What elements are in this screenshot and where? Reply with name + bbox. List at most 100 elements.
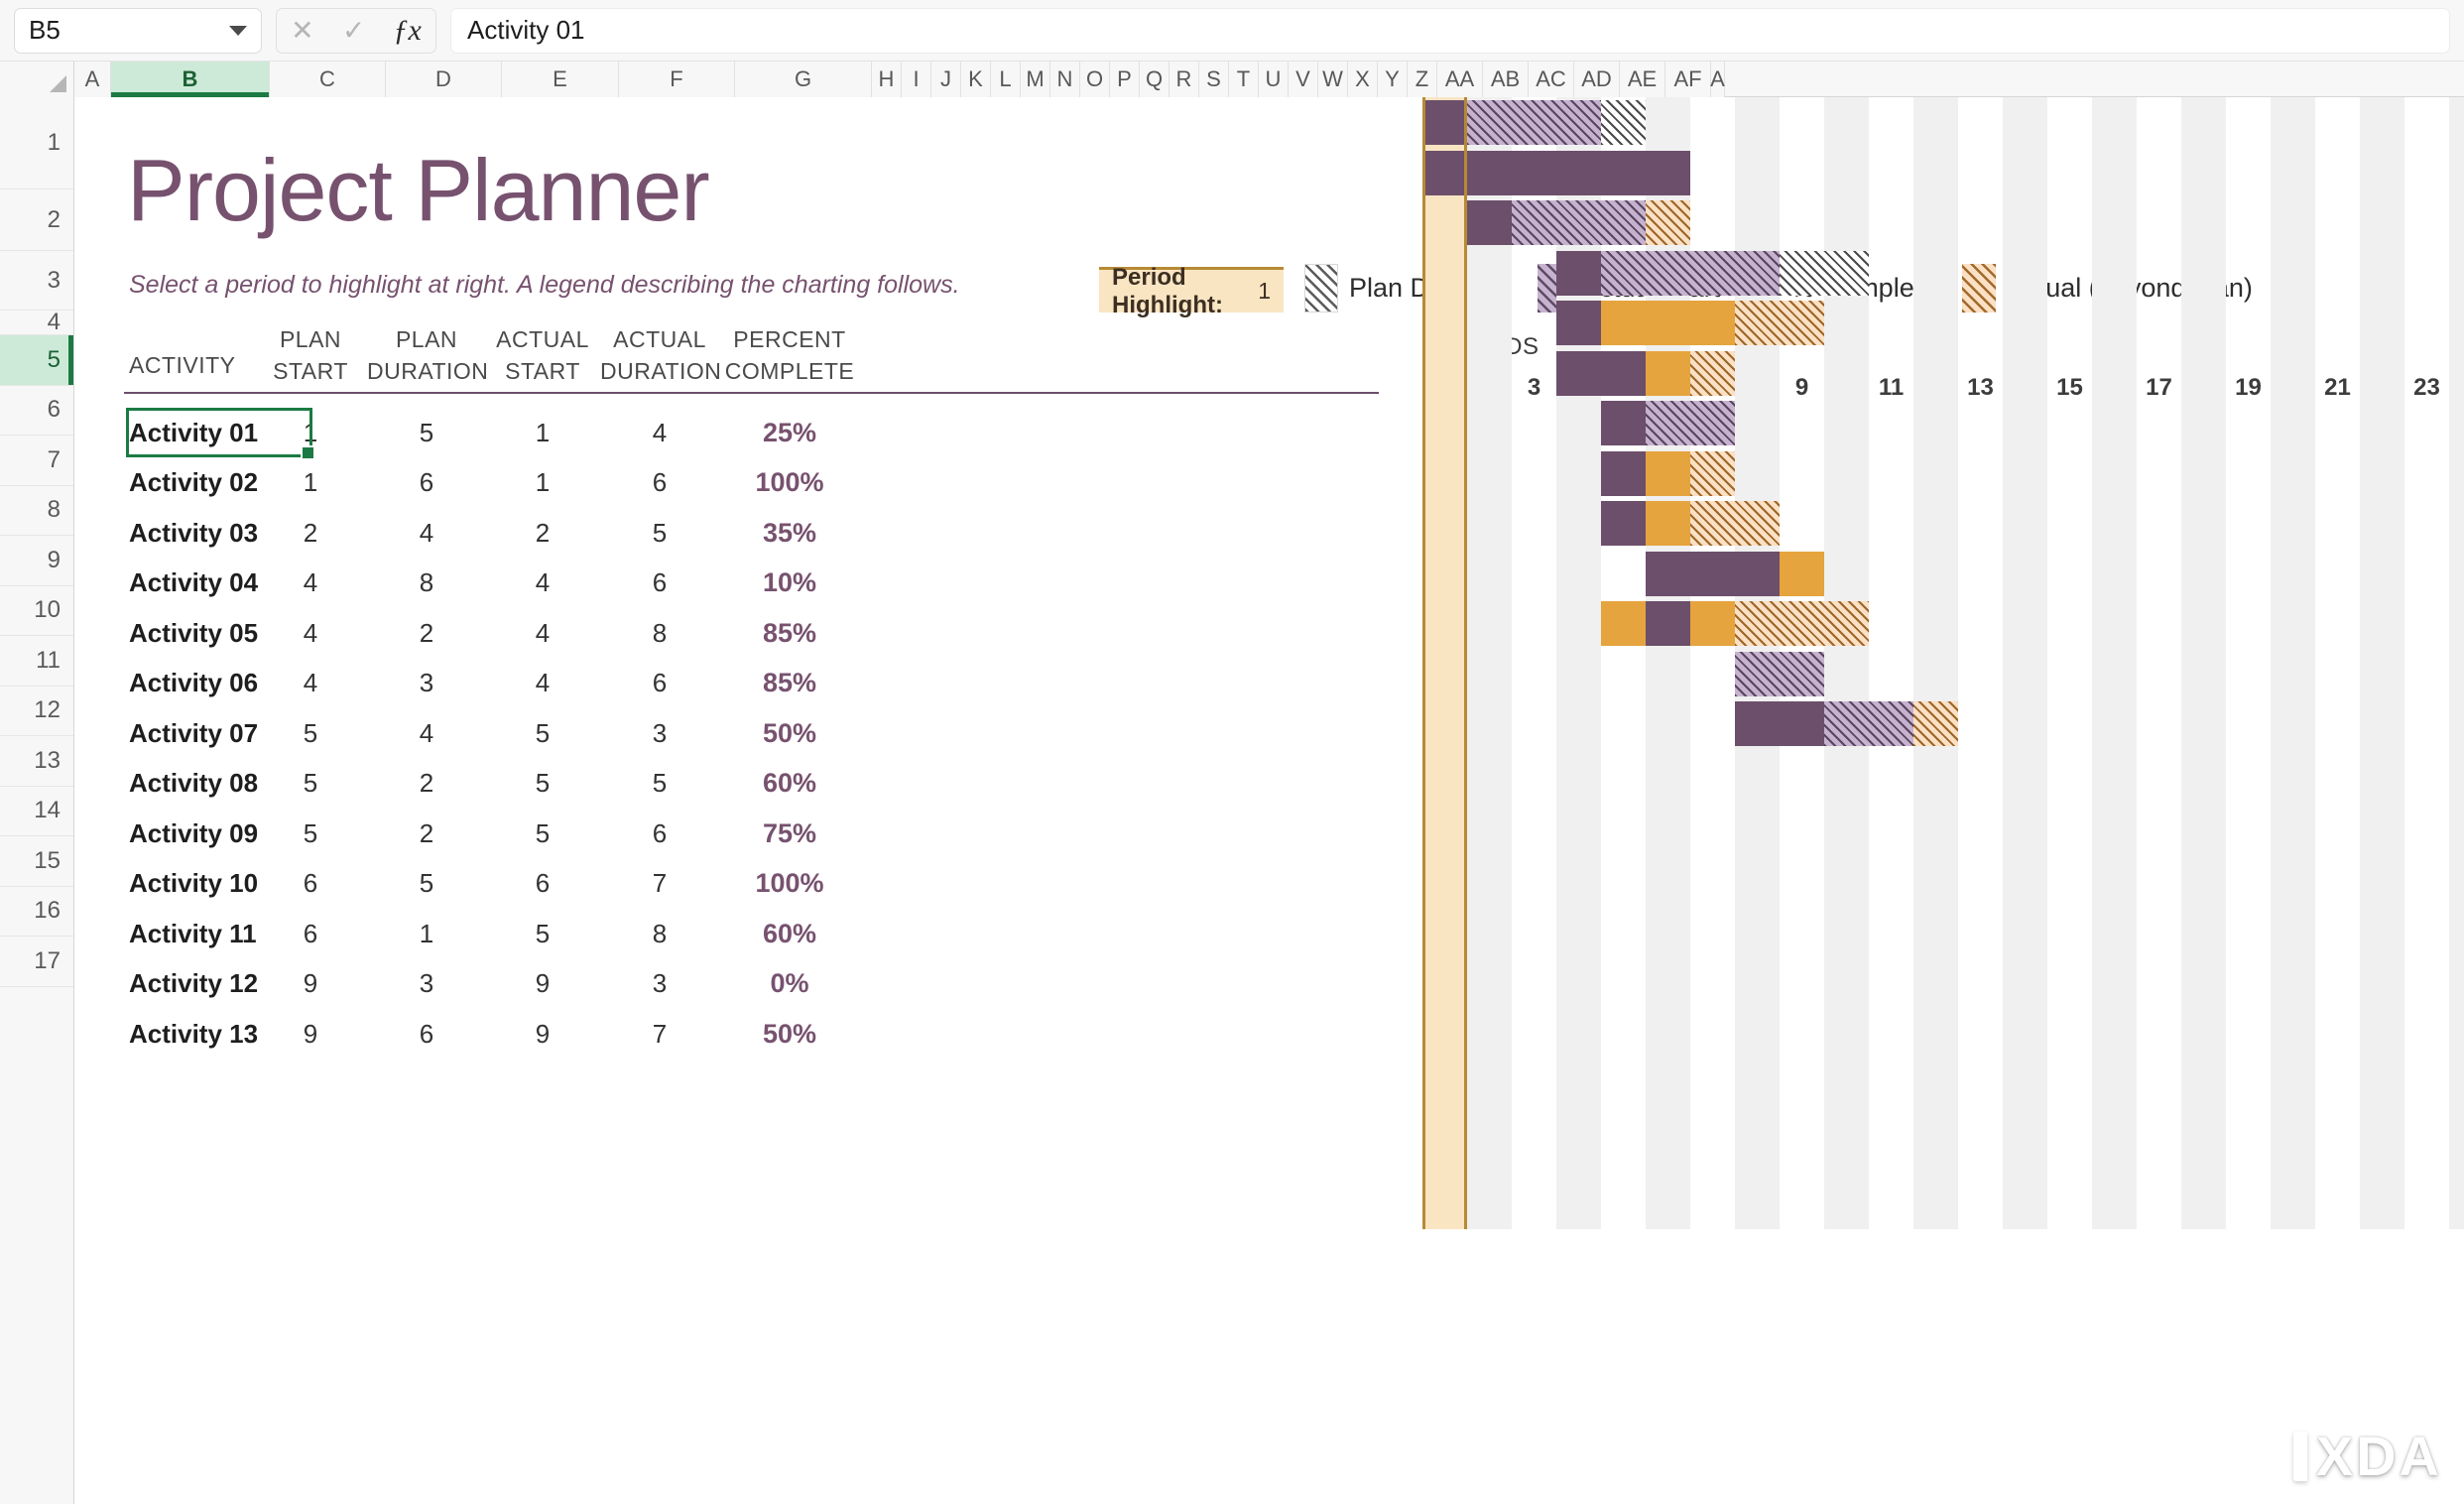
cell-plan-duration: 8: [367, 559, 486, 609]
cell-plan-start: 9: [251, 959, 370, 1010]
column-header-d-3[interactable]: D: [386, 62, 502, 97]
column-header-o-14[interactable]: O: [1080, 62, 1110, 97]
row-header-1[interactable]: 1: [0, 97, 73, 189]
table-row[interactable]: Activity 11615860%: [74, 909, 2464, 959]
column-header-p-15[interactable]: P: [1110, 62, 1140, 97]
table-row[interactable]: Activity 06434685%: [74, 659, 2464, 709]
row-header-10[interactable]: 10: [0, 586, 73, 637]
column-header-k-10[interactable]: K: [961, 62, 991, 97]
column-header-a-0[interactable]: A: [74, 62, 111, 97]
chevron-down-icon[interactable]: [229, 26, 247, 36]
gantt-segment-pct: [1422, 100, 1467, 145]
fx-icon[interactable]: ƒx: [394, 16, 422, 46]
column-header-h-7[interactable]: H: [872, 62, 902, 97]
col-header-actual-start-l2: START: [483, 357, 602, 386]
column-header-u-20[interactable]: U: [1259, 62, 1289, 97]
gantt-bar-row: [1422, 251, 2464, 296]
column-header-g-6[interactable]: G: [735, 62, 872, 97]
column-header-ae-30[interactable]: AE: [1620, 62, 1665, 97]
cell-plan-duration: 3: [367, 959, 486, 1010]
period-highlight-value[interactable]: 1: [1258, 278, 1271, 305]
table-row[interactable]: Activity 07545350%: [74, 708, 2464, 759]
select-all-corner[interactable]: [0, 62, 74, 97]
table-row[interactable]: Activity 04484610%: [74, 559, 2464, 609]
column-header-x-23[interactable]: X: [1348, 62, 1378, 97]
column-header-s-18[interactable]: S: [1199, 62, 1229, 97]
column-header-af-31[interactable]: AF: [1665, 62, 1711, 97]
cell-plan-duration: 2: [367, 608, 486, 659]
row-header-15[interactable]: 15: [0, 836, 73, 887]
row-header-6[interactable]: 6: [0, 386, 73, 437]
check-icon[interactable]: ✓: [342, 17, 365, 45]
table-row[interactable]: Activity 05424885%: [74, 608, 2464, 659]
row-header-5[interactable]: 5: [0, 335, 73, 386]
formula-bar: B5 ✕ ✓ ƒx Activity 01: [0, 0, 2464, 62]
row-header-17[interactable]: 17: [0, 937, 73, 987]
row-header-9[interactable]: 9: [0, 536, 73, 586]
column-header-j-9[interactable]: J: [931, 62, 961, 97]
col-header-actual-start-l1: ACTUAL: [483, 325, 602, 354]
column-header-f-5[interactable]: F: [619, 62, 735, 97]
row-header-12[interactable]: 12: [0, 687, 73, 737]
cell-actual-duration: 5: [600, 759, 719, 810]
column-header-i-8[interactable]: I: [902, 62, 931, 97]
row-header-14[interactable]: 14: [0, 787, 73, 837]
column-header-z-25[interactable]: Z: [1408, 62, 1437, 97]
table-row[interactable]: Activity 021616100%: [74, 458, 2464, 509]
column-header-c-2[interactable]: C: [270, 62, 386, 97]
column-header-r-17[interactable]: R: [1170, 62, 1199, 97]
table-row[interactable]: Activity 08525560%: [74, 759, 2464, 810]
gantt-bar-row: [1422, 351, 2464, 396]
sheet-canvas: Project Planner Select a period to highl…: [74, 97, 2464, 1504]
col-header-actual-duration-l1: ACTUAL: [600, 325, 719, 354]
row-header-11[interactable]: 11: [0, 636, 73, 687]
cell-plan-start: 2: [251, 508, 370, 559]
column-header-q-16[interactable]: Q: [1140, 62, 1170, 97]
col-header-actual-duration-l2: DURATION: [600, 357, 719, 386]
row-header-4[interactable]: 4: [0, 311, 73, 335]
column-header-ad-29[interactable]: AD: [1574, 62, 1620, 97]
table-row[interactable]: Activity 106567100%: [74, 859, 2464, 910]
row-header-8[interactable]: 8: [0, 486, 73, 537]
column-header-n-13[interactable]: N: [1050, 62, 1080, 97]
table-row[interactable]: Activity 03242535%: [74, 508, 2464, 559]
column-header-ac-28[interactable]: AC: [1529, 62, 1574, 97]
table-row[interactable]: Activity 09525675%: [74, 809, 2464, 859]
column-header-y-24[interactable]: Y: [1378, 62, 1408, 97]
column-header-m-12[interactable]: M: [1021, 62, 1050, 97]
col-header-percent-l1: PERCENT: [705, 325, 874, 354]
gantt-segment-pct: [1556, 351, 1646, 396]
column-header-a-32[interactable]: A: [1711, 62, 1725, 97]
table-row[interactable]: Activity 01151425%: [74, 408, 2464, 458]
cell-actual-start: 5: [483, 708, 602, 759]
row-header-3[interactable]: 3: [0, 251, 73, 311]
row-header-2[interactable]: 2: [0, 189, 73, 251]
cell-plan-duration: 3: [367, 659, 486, 709]
name-box[interactable]: B5: [14, 8, 262, 54]
column-header-e-4[interactable]: E: [502, 62, 619, 97]
row-header-16[interactable]: 16: [0, 887, 73, 938]
column-header-w-22[interactable]: W: [1318, 62, 1348, 97]
gantt-bar-row: [1422, 151, 2464, 195]
plan-duration-swatch-icon: [1304, 264, 1338, 313]
cell-actual-start: 1: [483, 408, 602, 458]
cell-plan-duration: 5: [367, 859, 486, 910]
close-icon[interactable]: ✕: [291, 17, 313, 45]
column-header-b-1[interactable]: B: [111, 62, 270, 97]
column-header-v-21[interactable]: V: [1289, 62, 1318, 97]
formula-input[interactable]: Activity 01: [450, 8, 2450, 54]
column-header-aa-26[interactable]: AA: [1437, 62, 1483, 97]
column-header-t-19[interactable]: T: [1229, 62, 1259, 97]
activity-table-body: Activity 01151425%Activity 021616100%Act…: [74, 408, 2464, 1060]
cell-plan-start: 6: [251, 859, 370, 910]
cell-percent-complete: 60%: [705, 759, 874, 810]
row-header-13[interactable]: 13: [0, 736, 73, 787]
col-header-plan-start-l1: PLAN: [251, 325, 370, 354]
column-header-l-11[interactable]: L: [991, 62, 1021, 97]
table-row[interactable]: Activity 1293930%: [74, 959, 2464, 1010]
table-row[interactable]: Activity 13969750%: [74, 1009, 2464, 1060]
row-header-7[interactable]: 7: [0, 436, 73, 486]
column-header-ab-27[interactable]: AB: [1483, 62, 1529, 97]
column-header-row: ABCDEFGHIJKLMNOPQRSTUVWXYZAAABACADAEAFA: [0, 62, 2464, 97]
period-highlight-box[interactable]: Period Highlight: 1: [1099, 267, 1284, 313]
